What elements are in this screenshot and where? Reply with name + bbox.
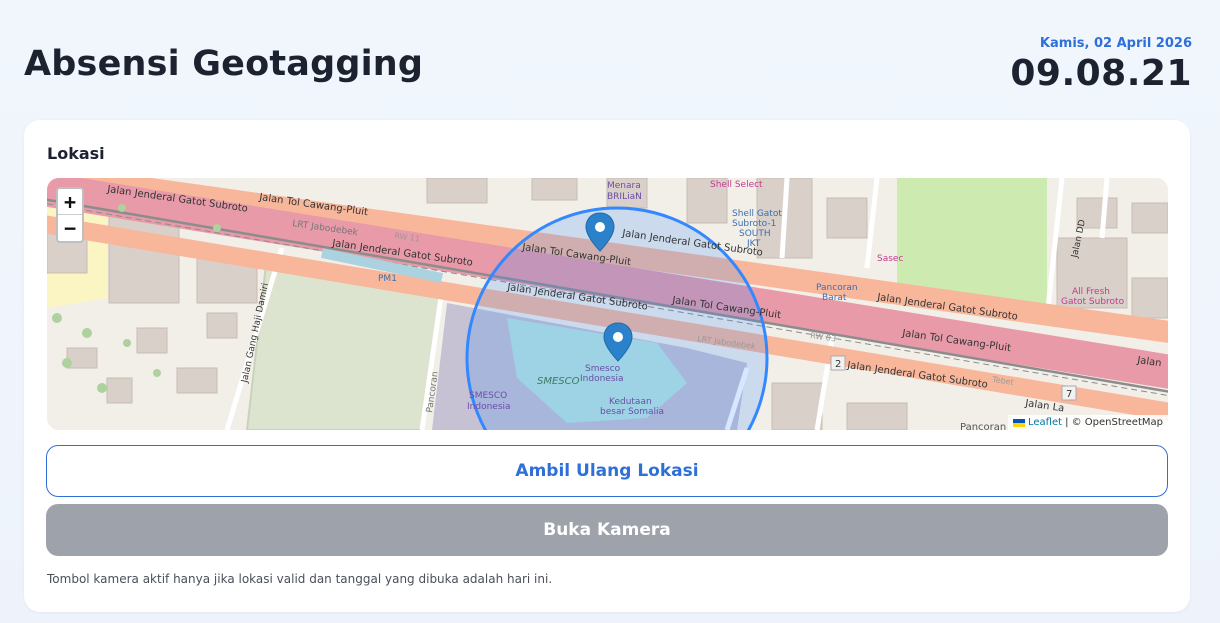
section-label-location: Lokasi [47,144,105,163]
svg-text:Sasec: Sasec [877,254,903,264]
svg-text:SMESCO: SMESCO [469,391,507,401]
svg-text:SMESCO: SMESCO [537,376,580,387]
open-camera-button[interactable]: Buka Kamera [46,504,1168,556]
header: Absensi Geotagging Kamis, 02 April 2026 … [24,0,1192,118]
leaflet-link[interactable]: Leaflet [1028,415,1062,430]
map-view[interactable]: Jalan Tol Cawang-Pluit Jalan Jenderal Ga… [47,178,1168,430]
svg-text:Smesco: Smesco [585,364,621,374]
svg-text:Menara: Menara [607,181,641,191]
retake-location-button[interactable]: Ambil Ulang Lokasi [46,445,1168,497]
zoom-in-icon[interactable]: + [58,189,82,215]
current-date: Kamis, 02 April 2026 [1039,36,1192,51]
svg-text:Pancoran: Pancoran [960,422,1006,430]
svg-text:Subroto-1: Subroto-1 [732,219,776,229]
svg-text:Indonesia: Indonesia [467,402,511,412]
datetime-block: Kamis, 02 April 2026 09.08.21 [1010,36,1192,94]
svg-text:Kedutaan: Kedutaan [609,397,652,407]
svg-text:Pancoran: Pancoran [816,283,858,293]
camera-hint-text: Tombol kamera aktif hanya jika lokasi va… [47,572,553,586]
svg-text:Gatot Subroto: Gatot Subroto [1061,297,1125,307]
svg-text:All Fresh: All Fresh [1072,287,1110,297]
page-title: Absensi Geotagging [24,44,424,84]
ukraine-flag-icon [1013,418,1025,427]
svg-text:2: 2 [835,359,841,370]
map-tiles[interactable]: Jalan Tol Cawang-Pluit Jalan Jenderal Ga… [47,178,1168,430]
map-attribution: Leaflet | © OpenStreetMap [1008,415,1168,430]
svg-text:SOUTH: SOUTH [739,229,771,239]
svg-text:7: 7 [1066,389,1072,400]
svg-text:Barat: Barat [822,293,847,303]
zoom-out-icon[interactable]: − [58,215,82,241]
svg-text:Shell Select: Shell Select [710,180,763,190]
svg-text:besar Somalia: besar Somalia [600,407,664,417]
osm-attribution: | © OpenStreetMap [1065,417,1163,428]
svg-text:JKT: JKT [746,239,761,249]
location-card: Lokasi Jalan Tol Cawang-Pluit Jalan Jend… [24,120,1190,612]
svg-text:Indonesia: Indonesia [580,374,624,384]
current-time: 09.08.21 [1010,53,1192,94]
svg-text:BRILiaN: BRILiaN [607,192,642,202]
svg-text:PM1: PM1 [378,274,397,284]
zoom-control: + − [56,187,84,243]
svg-text:Shell Gatot: Shell Gatot [732,209,782,219]
